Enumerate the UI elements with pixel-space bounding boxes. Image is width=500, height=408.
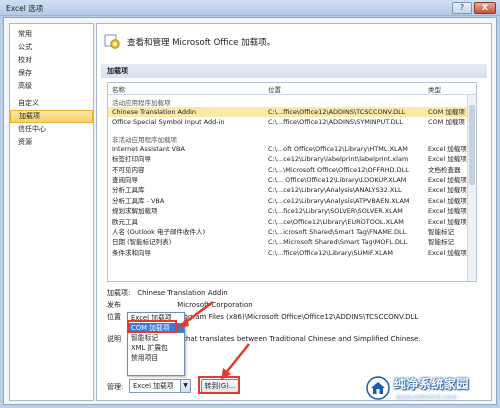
cell-type: 文档检查器 bbox=[428, 165, 461, 174]
table-header: 名称 位置 类型 bbox=[108, 83, 476, 95]
detail-addin: 加载项: Chinese Translation Addin bbox=[107, 288, 228, 298]
panel-header: 查看和管理 Microsoft Office 加载项。 bbox=[101, 28, 487, 58]
cell-name: Office Special Symbol Input Add-in bbox=[112, 118, 225, 127]
addins-panel: 查看和管理 Microsoft Office 加载项。 加载项 名称 位置 类型… bbox=[96, 23, 492, 401]
cell-type: COM 加载项 bbox=[428, 108, 465, 116]
cell-type: Excel 加载项 bbox=[428, 217, 467, 226]
cell-name: 标签打印向导 bbox=[112, 155, 151, 164]
cell-name: 分析工具库 - VBA bbox=[112, 196, 165, 205]
watermark-name: 纯净系统家园 bbox=[394, 377, 470, 391]
cell-name: 条件求和向导 bbox=[112, 248, 151, 257]
sidebar-item-addins[interactable]: 加载项 bbox=[10, 110, 93, 123]
arrow-annotation-icon bbox=[177, 300, 214, 328]
dropdown-option[interactable]: XML 扩展包 bbox=[128, 343, 184, 353]
dropdown-option[interactable]: 智能标记 bbox=[128, 333, 184, 343]
addins-gear-icon bbox=[104, 34, 120, 49]
sidebar-item-proofing[interactable]: 校对 bbox=[10, 54, 93, 67]
group-label-inactive: 非活动应用程序加载项 bbox=[112, 135, 177, 144]
table-row[interactable]: 规划求解加载项 C:\...fice12\Library\SOLVER\SOLV… bbox=[108, 206, 476, 216]
column-header-type[interactable]: 类型 bbox=[428, 84, 441, 94]
table-row[interactable]: 标签打印向导 C:\...ce12\Library\labelprint\lab… bbox=[108, 154, 476, 164]
cell-name: Internet Assistant VBA bbox=[112, 144, 185, 153]
cell-type: 智能标记 bbox=[428, 238, 454, 247]
cell-location: C:\...oft Office\Office12\Library\HTML.X… bbox=[268, 144, 408, 153]
cell-type: COM 加载项 bbox=[428, 118, 465, 127]
cell-name: 人名 (Outlook 电子邮件收件人) bbox=[112, 227, 206, 236]
table-row[interactable]: 人名 (Outlook 电子邮件收件人) C:\...icrosoft Shar… bbox=[108, 227, 476, 237]
dialog-client: 常用 公式 校对 保存 高级 自定义 加载项 信任中心 资源 查看和管理 Mic… bbox=[3, 17, 497, 405]
cell-location: C:\...ce12\Library\labelprint\labelprint… bbox=[268, 155, 409, 164]
cell-type: Excel 加载项 bbox=[428, 196, 467, 205]
dropdown-option[interactable]: 禁用项目 bbox=[128, 353, 184, 363]
cell-name: 日期 (智能标记列表) bbox=[112, 238, 172, 247]
cell-name: 不可见内容 bbox=[112, 165, 145, 174]
column-header-location[interactable]: 位置 bbox=[268, 84, 281, 94]
title-bar: Excel 选项 ? X bbox=[0, 0, 500, 16]
cell-location: C:\...fice12\Library\SOLVER\SOLVER.XLAM bbox=[268, 207, 403, 216]
highlight-box-com bbox=[127, 320, 177, 333]
window-title: Excel 选项 bbox=[6, 4, 44, 13]
table-row[interactable]: 不可见内容 C:\...\Microsoft Office\Office12\O… bbox=[108, 165, 476, 175]
arrow-annotation-icon bbox=[221, 343, 250, 380]
panel-header-text: 查看和管理 Microsoft Office 加载项。 bbox=[127, 38, 276, 48]
table-row[interactable]: 分析工具库 - VBA C:\...ce12\Library\Analysis\… bbox=[108, 196, 476, 206]
sidebar-item-save[interactable]: 保存 bbox=[10, 67, 93, 80]
table-row[interactable]: 欧元工具 C:\...ce\Office12\Library\EUROTOOL.… bbox=[108, 217, 476, 227]
detail-value: Chinese Translation Addin bbox=[137, 289, 228, 297]
cell-type: 智能标记 bbox=[428, 227, 454, 236]
group-label-active: 活动应用程序加载项 bbox=[112, 99, 171, 107]
cell-name: 查阅向导 bbox=[112, 175, 138, 184]
sidebar-item-resources[interactable]: 资源 bbox=[10, 136, 93, 149]
table-row[interactable]: Internet Assistant VBA C:\...oft Office\… bbox=[108, 144, 476, 154]
table-row[interactable]: 日期 (智能标记列表) C:\...Microsoft Shared\Smart… bbox=[108, 237, 476, 247]
cell-type: Excel 加载项 bbox=[428, 155, 467, 164]
cell-location: C:\...ce12\Library\Analysis\ANALYS32.XLL bbox=[268, 186, 402, 195]
sidebar-item-advanced[interactable]: 高级 bbox=[10, 80, 93, 93]
table-row[interactable]: 条件求和向导 C:\...ffice\Office12\Library\SUMI… bbox=[108, 248, 476, 258]
cell-type: Excel 加载项 bbox=[428, 175, 467, 184]
watermark-url: www.yidaimei.com bbox=[396, 393, 458, 401]
table-row[interactable]: Office Special Symbol Input Add-in C:\..… bbox=[108, 117, 476, 127]
detail-label: 发布 bbox=[107, 301, 121, 309]
help-button[interactable]: ? bbox=[452, 2, 472, 14]
table-row[interactable]: 分析工具库 C:\...ce12\Library\Analysis\ANALYS… bbox=[108, 185, 476, 195]
sidebar-item-trust-center[interactable]: 信任中心 bbox=[10, 123, 93, 136]
table-row[interactable]: 查阅向导 C:\... Office\Office12\Library\LOOK… bbox=[108, 175, 476, 185]
house-logo-icon bbox=[366, 376, 390, 400]
cell-location: C:\...ce\Office12\Library\EUROTOOL.XLAM bbox=[268, 217, 404, 226]
addins-table: 名称 位置 类型 活动应用程序加载项 Chinese Translation A… bbox=[107, 82, 477, 282]
cell-location: C:\...ce12\Library\Analysis\ATPVBAEN.XLA… bbox=[268, 196, 410, 205]
cell-location: C:\...ffice\Office12\Library\SUMIF.XLAM bbox=[268, 248, 393, 257]
table-scrollbar[interactable] bbox=[467, 95, 476, 281]
cell-location: C:\...icrosoft Shared\Smart Tag\FNAME.DL… bbox=[268, 227, 407, 236]
manage-label: 管理: bbox=[107, 383, 124, 391]
sidebar-item-common[interactable]: 常用 bbox=[10, 28, 93, 41]
chevron-down-icon[interactable]: ▼ bbox=[180, 380, 190, 392]
cell-name: 规划求解加载项 bbox=[112, 207, 158, 216]
detail-label: 加载项: bbox=[107, 289, 131, 297]
cell-name: 分析工具库 bbox=[112, 186, 145, 195]
sidebar-item-customize[interactable]: 自定义 bbox=[10, 97, 93, 110]
manage-select-value: Excel 加载项 bbox=[133, 382, 174, 390]
manage-select[interactable]: Excel 加载项 ▼ bbox=[129, 379, 191, 393]
cell-location: C:\... Office\Office12\Library\LOOKUP.XL… bbox=[268, 175, 407, 184]
sidebar: 常用 公式 校对 保存 高级 自定义 加载项 信任中心 资源 bbox=[9, 23, 94, 401]
sidebar-item-formulas[interactable]: 公式 bbox=[10, 41, 93, 54]
cell-type: Excel 加载项 bbox=[428, 186, 467, 195]
cell-type: Excel 加载项 bbox=[428, 207, 467, 216]
cell-name: 欧元工具 bbox=[112, 217, 138, 226]
cell-name: Chinese Translation Addin bbox=[112, 108, 197, 116]
cell-location: C:\...ffice\Office12\ADDINS\SYMINPUT.DLL bbox=[268, 118, 403, 127]
cell-type: Excel 加载项 bbox=[428, 144, 467, 153]
close-button[interactable]: X bbox=[474, 2, 496, 14]
cell-type: Excel 加载项 bbox=[428, 248, 467, 257]
watermark: 纯净系统家园 www.yidaimei.com bbox=[366, 372, 494, 406]
column-header-name[interactable]: 名称 bbox=[112, 84, 125, 94]
cell-location: C:\...Microsoft Shared\Smart Tag\MOFL.DL… bbox=[268, 238, 408, 247]
cell-location: C:\...\Microsoft Office\Office12\OFFRHD.… bbox=[268, 165, 409, 174]
cell-location: C:\...ffice\Office12\ADDINS\TCSCCONV.DLL bbox=[268, 108, 406, 116]
scrollbar-thumb[interactable] bbox=[469, 105, 475, 185]
section-title: 加载项 bbox=[101, 64, 487, 78]
table-row[interactable]: Chinese Translation Addin C:\...ffice\Of… bbox=[108, 107, 476, 118]
